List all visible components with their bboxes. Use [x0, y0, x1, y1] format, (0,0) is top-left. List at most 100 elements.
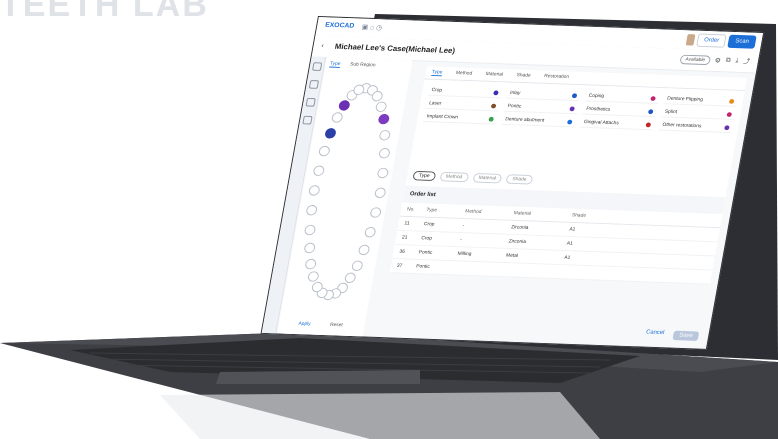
type-color-dot: [569, 105, 576, 111]
filter-method[interactable]: Method: [439, 171, 469, 183]
chat-icon[interactable]: [301, 115, 313, 125]
type-option-label: Denture abutment: [504, 116, 545, 124]
tooth[interactable]: [323, 127, 337, 139]
type-option[interactable]: Other restorations: [658, 120, 734, 134]
cell-method: -: [462, 222, 465, 229]
tooth[interactable]: [374, 100, 388, 112]
type-option[interactable]: Crop: [427, 85, 503, 99]
scan-icon[interactable]: [311, 62, 322, 71]
tooth[interactable]: [378, 129, 392, 141]
cell-no: 21: [401, 234, 408, 241]
cell-shade: A1: [568, 226, 576, 233]
type-color-dot: [488, 116, 495, 122]
tooth[interactable]: [352, 84, 366, 96]
type-option-label: Coping: [588, 92, 605, 100]
cell-no: 11: [403, 220, 411, 227]
tooth[interactable]: [343, 272, 357, 284]
tab-type[interactable]: Type: [329, 60, 341, 68]
cancel-button[interactable]: Cancel: [645, 330, 665, 340]
cell-shade: A1: [566, 240, 574, 247]
tooth[interactable]: [364, 226, 377, 238]
type-option[interactable]: Inlay: [506, 88, 581, 102]
cell-method: [455, 265, 505, 272]
filter-type[interactable]: Type: [412, 170, 437, 182]
tooth[interactable]: [373, 187, 387, 199]
app-logo: EXOCAD: [324, 21, 355, 30]
folder-icon[interactable]: [305, 97, 316, 107]
tooth[interactable]: [303, 242, 316, 254]
type-color-dot: [647, 108, 654, 114]
copy-icon[interactable]: ⧉: [725, 57, 731, 65]
filter-shade[interactable]: Shade: [505, 174, 534, 185]
share-icon[interactable]: ⤴: [742, 57, 751, 67]
type-option-label: Splint: [664, 108, 678, 116]
tooth[interactable]: [308, 185, 321, 196]
tab-method[interactable]: Method: [455, 70, 472, 77]
tab-material[interactable]: Material: [485, 71, 503, 78]
cell-no: 37: [396, 262, 403, 269]
col-no: No.: [406, 206, 416, 213]
download-icon[interactable]: ⤓: [735, 58, 739, 66]
tooth[interactable]: [358, 244, 371, 256]
type-color-dot: [493, 90, 499, 95]
tooth[interactable]: [376, 167, 390, 178]
teeth-tabs: Type Sub Region: [329, 60, 376, 69]
tab-type-main[interactable]: Type: [431, 69, 443, 77]
type-option[interactable]: Denture Flipping: [663, 93, 738, 107]
tooth[interactable]: [312, 164, 325, 176]
cell-method: -: [459, 236, 463, 243]
type-option[interactable]: Prosthetics: [582, 104, 657, 118]
cell-shade: A1: [563, 254, 571, 261]
scan-button[interactable]: Scan: [727, 34, 757, 49]
teeth-footer: Apply Reset: [298, 321, 343, 328]
tooth[interactable]: [370, 91, 384, 102]
tooth[interactable]: [338, 99, 351, 111]
type-option-label: Crop: [431, 87, 443, 94]
cell-type: Crop: [423, 221, 435, 228]
type-color-dot: [566, 119, 573, 125]
tooth[interactable]: [351, 260, 364, 271]
type-option[interactable]: Implant Crown: [422, 111, 498, 125]
col-material: Material: [513, 210, 532, 217]
tooth[interactable]: [303, 224, 316, 236]
settings-icon[interactable]: ⚙: [714, 57, 721, 65]
design-icon[interactable]: [308, 80, 319, 89]
reset-link[interactable]: Reset: [330, 322, 344, 328]
type-color-dot: [724, 124, 730, 130]
tab-sub-region[interactable]: Sub Region: [349, 62, 376, 69]
cell-no: 36: [398, 248, 406, 255]
apply-link[interactable]: Apply: [298, 321, 311, 327]
tab-restoration[interactable]: Restoration: [543, 73, 570, 80]
avatar[interactable]: [685, 34, 696, 46]
type-option[interactable]: Coping: [584, 90, 660, 104]
tooth[interactable]: [378, 147, 392, 159]
tooth[interactable]: [304, 258, 317, 270]
filter-material[interactable]: Material: [471, 172, 503, 184]
type-option[interactable]: Denture abutment: [501, 114, 577, 128]
type-option[interactable]: Gingival Attachs: [579, 117, 655, 131]
tooth[interactable]: [377, 113, 391, 125]
tooth[interactable]: [304, 205, 318, 216]
save-button[interactable]: Save: [672, 330, 700, 341]
type-color-dot: [571, 92, 578, 98]
type-option[interactable]: Laser: [425, 98, 500, 112]
type-option-label: Other restorations: [661, 122, 702, 130]
tooth[interactable]: [330, 112, 344, 124]
cell-type: Pontic: [415, 263, 431, 270]
tooth[interactable]: [307, 271, 320, 283]
type-option[interactable]: Pontic: [503, 101, 579, 115]
type-option[interactable]: Splint: [660, 106, 736, 120]
status-pill[interactable]: Available: [679, 54, 711, 66]
col-type: Type: [425, 207, 438, 214]
tooth[interactable]: [369, 207, 383, 219]
type-option-label: Laser: [428, 100, 442, 107]
tab-shade[interactable]: Shade: [516, 72, 531, 79]
cell-type: Pontic: [418, 249, 433, 256]
back-arrow-icon[interactable]: ‹: [321, 43, 324, 50]
toolbar-icons[interactable]: ▣ ⌂ ◷: [361, 23, 383, 31]
cell-material: Zirconia: [508, 238, 527, 245]
tooth[interactable]: [317, 145, 331, 157]
type-option-label: Prosthetics: [585, 106, 611, 113]
order-button[interactable]: Order: [696, 33, 727, 48]
col-method: Method: [464, 208, 482, 215]
